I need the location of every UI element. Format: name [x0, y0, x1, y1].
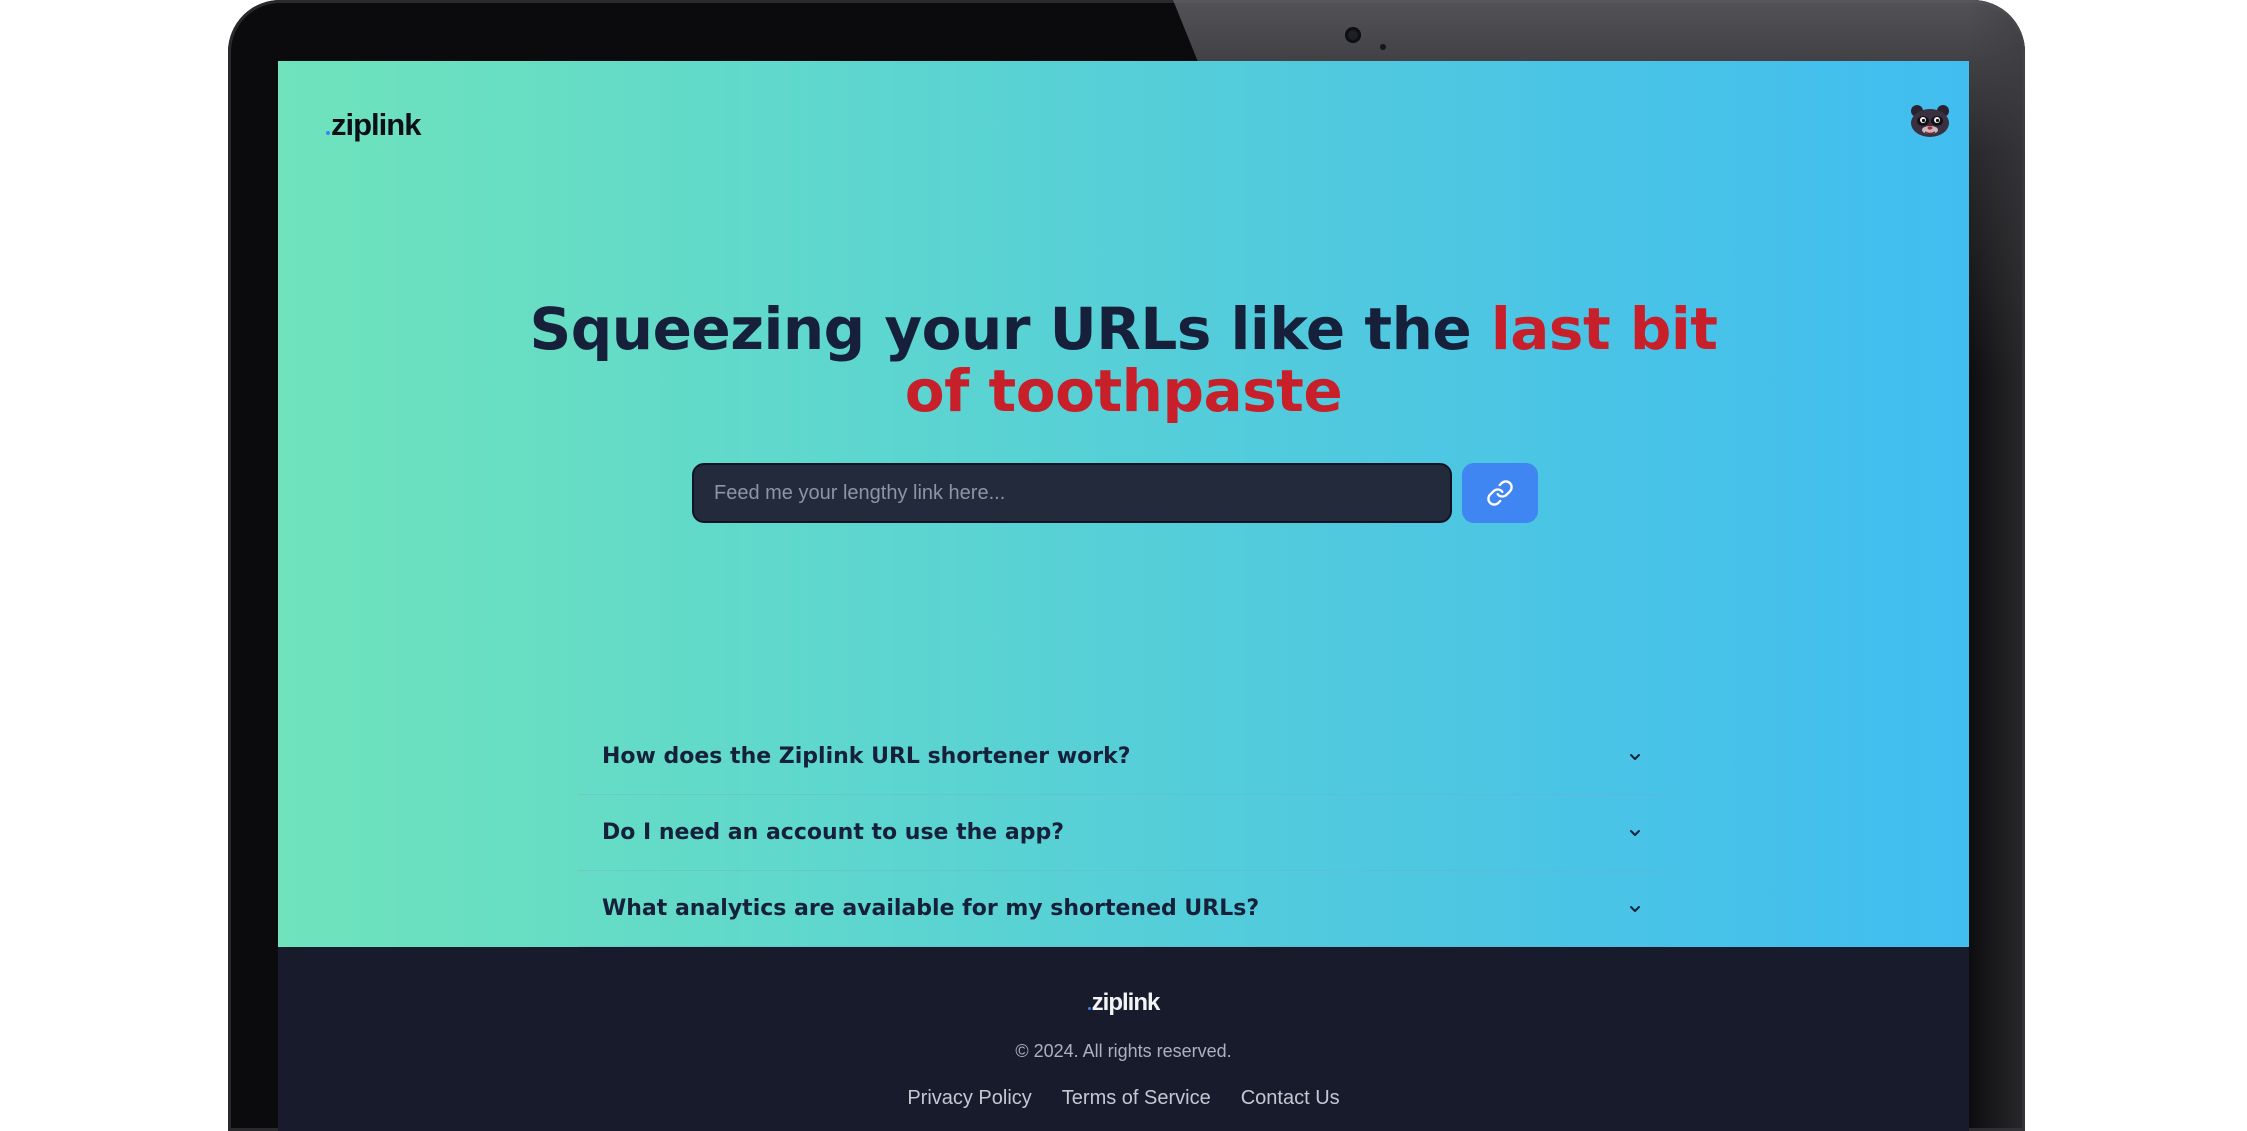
footer-nav: Privacy Policy Terms of Service Contact …	[278, 1087, 1969, 1110]
faq-question: How does the Ziplink URL shortener work?	[602, 744, 1131, 769]
headline-accent-text-2: of toothpaste	[904, 356, 1343, 425]
camera-sensor	[1380, 44, 1386, 50]
hero-section: ziplink Squeezing your URLs like the las…	[278, 61, 1969, 947]
faq-item[interactable]: Do I need an account to use the app?	[578, 795, 1670, 871]
site-footer: ziplink © 2024. All rights reserved. Pri…	[278, 947, 1969, 1131]
chevron-down-icon	[1628, 902, 1642, 916]
faq-accordion: How does the Ziplink URL shortener work?…	[578, 719, 1670, 947]
contact-us-link[interactable]: Contact Us	[1241, 1087, 1340, 1110]
page-headline: Squeezing your URLs like the last bit of…	[278, 298, 1969, 422]
camera-icon	[1345, 27, 1361, 43]
header-logo-text: ziplink	[331, 107, 421, 142]
logo-dot	[1087, 1007, 1091, 1010]
bezel-edge	[1965, 0, 2025, 1131]
footer-logo[interactable]: ziplink	[278, 989, 1969, 1017]
privacy-policy-link[interactable]: Privacy Policy	[907, 1087, 1031, 1110]
user-avatar[interactable]	[1909, 103, 1951, 139]
link-icon	[1487, 480, 1513, 506]
chevron-down-icon	[1628, 826, 1642, 840]
logo-dot	[326, 131, 330, 135]
header-logo[interactable]: ziplink	[326, 107, 421, 143]
faq-item[interactable]: What analytics are available for my shor…	[578, 871, 1670, 947]
headline-accent-text-1: last bit	[1490, 294, 1718, 363]
faq-question: What analytics are available for my shor…	[602, 896, 1260, 921]
headline-line-1: Squeezing your URLs like the last bit	[278, 298, 1969, 360]
chevron-down-icon	[1628, 750, 1642, 764]
copyright-text: © 2024. All rights reserved.	[1015, 1041, 1232, 1061]
faq-question: Do I need an account to use the app?	[602, 820, 1064, 845]
shorten-url-button[interactable]	[1462, 463, 1538, 523]
raccoon-avatar-icon	[1911, 105, 1949, 137]
browser-viewport: ziplink Squeezing your URLs like the las…	[278, 61, 1969, 1131]
faq-item[interactable]: How does the Ziplink URL shortener work?	[578, 719, 1670, 795]
long-url-input[interactable]	[692, 463, 1452, 523]
footer-logo-text: ziplink	[1091, 989, 1161, 1016]
terms-of-service-link[interactable]: Terms of Service	[1062, 1087, 1211, 1110]
headline-plain-text: Squeezing your URLs like the	[529, 294, 1491, 363]
